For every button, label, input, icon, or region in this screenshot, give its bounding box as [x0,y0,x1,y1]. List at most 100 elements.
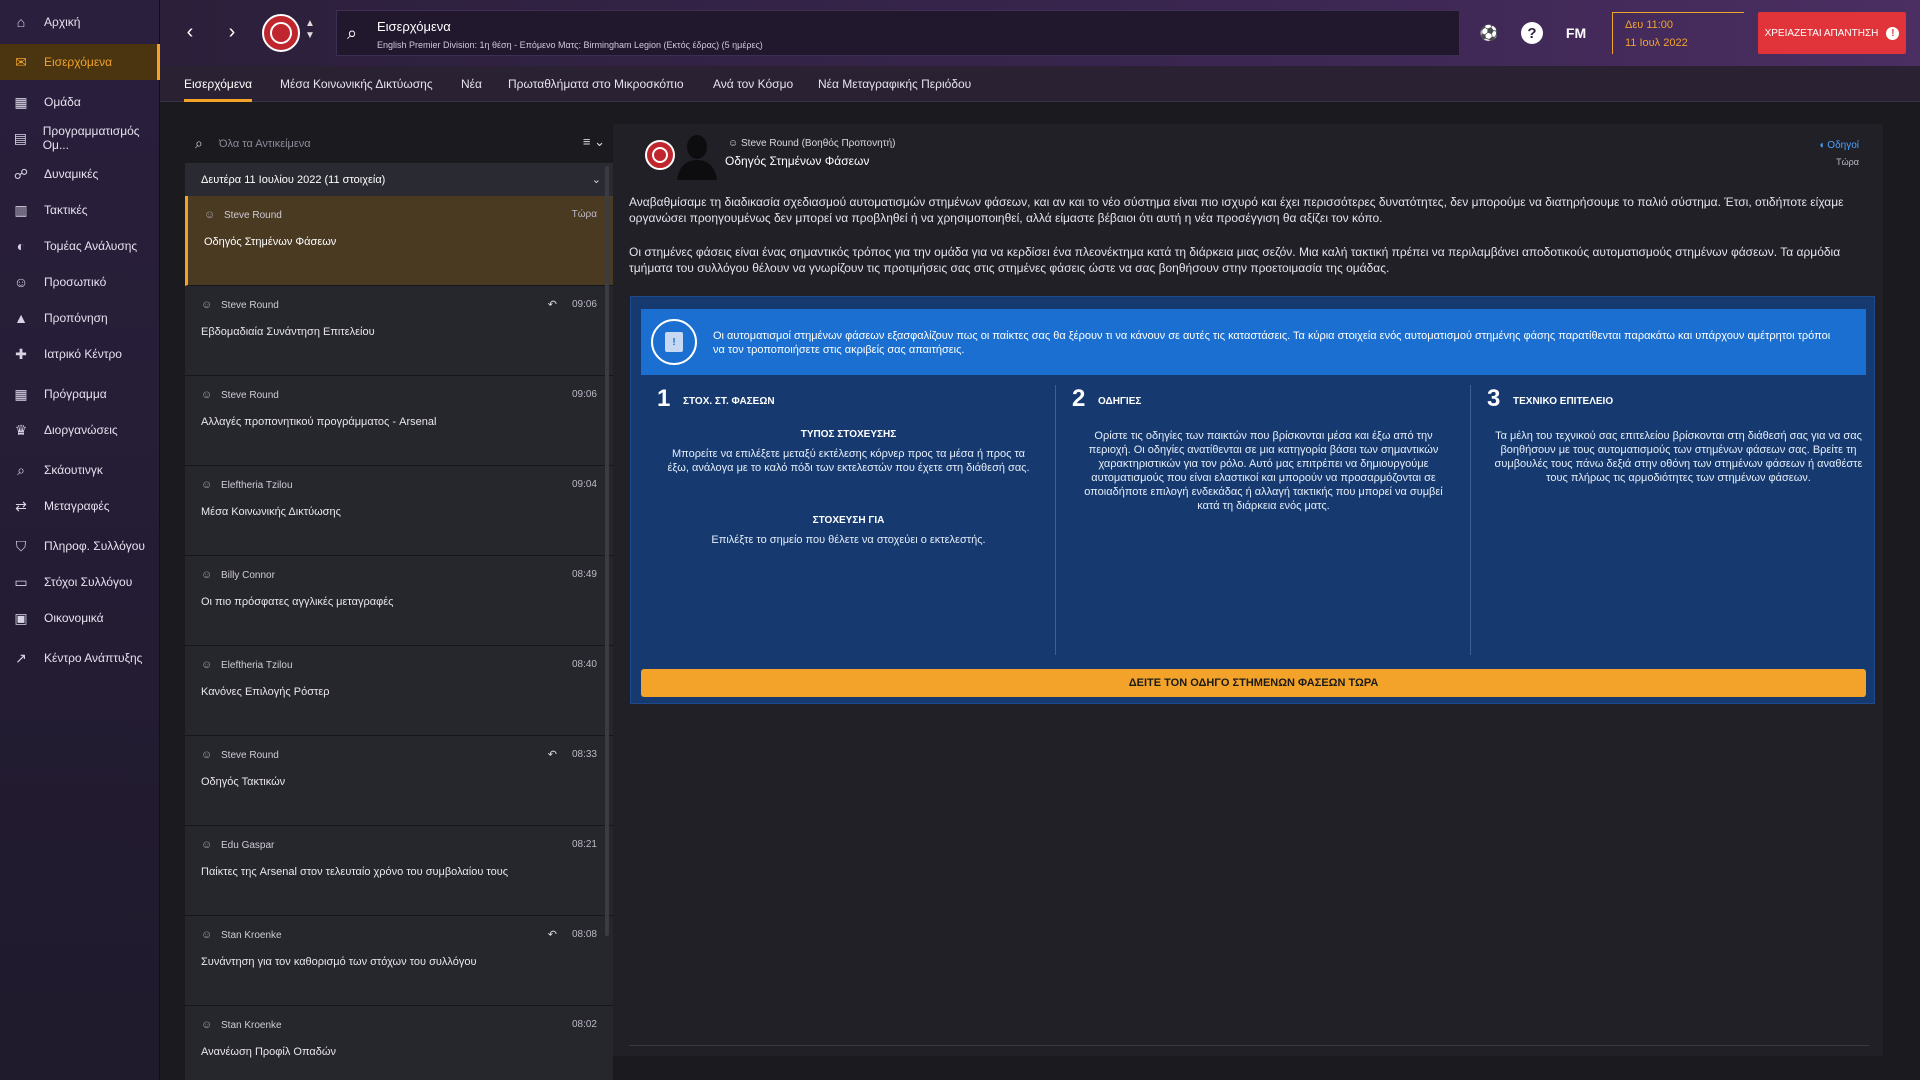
fm-menu-icon[interactable]: FM [1560,20,1592,46]
sidebar-item[interactable]: ◐ Τομέας Ανάλυσης [0,228,160,264]
sidebar-item[interactable]: ☺ Προσωπικό [0,264,160,300]
tab[interactable]: Μέσα Κοινωνικής Δικτύωσης [280,66,433,102]
club-badge[interactable] [262,14,300,52]
column-title: ΣΤΟΧ. ΣΤ. ΦΑΣΕΩΝ [683,396,775,407]
finance-icon: ▣ [14,609,28,626]
sidebar-item-label: Προπόνηση [44,311,108,325]
message-subject: Ανανέωση Προφίλ Οπαδών [201,1046,336,1058]
message-time: 08:21 [571,839,597,850]
tag-icon: ◖ [1818,140,1825,151]
sidebar-item[interactable]: ⇄ Μεταγραφές [0,488,160,524]
sidebar-item-label: Μεταγραφές [44,499,110,513]
inbox-message[interactable]: ☺ Stan Kroenke 08:02 Ανανέωση Προφίλ Οπαδών [185,1006,613,1080]
people-icon: ☍ [13,165,29,182]
column-number: 1 [657,385,671,412]
sidebar-item[interactable]: ▭ Στόχοι Συλλόγου [0,564,160,600]
filter-menu-icon[interactable]: ≡ ⌄ [583,134,605,150]
inbox-tabs: Εισερχόμενα Μέσα Κοινωνικής Δικτύωσης Νέα Π… [160,66,1920,102]
tab[interactable]: Εισερχόμενα [184,66,253,102]
inbox-message[interactable]: ☺ Edu Gaspar 08:21 Παίκτες της Arsenal στον… [185,826,613,916]
sidebar-item[interactable]: ⛉ Πληροφ. Συλλόγου [0,528,160,564]
message-sender: Steve Round [221,300,279,311]
message-subject: Οδηγός Στημένων Φάσεων [204,236,337,248]
person-icon: ☺ [201,299,213,311]
chevron-down-icon[interactable]: ⌄ [592,173,601,186]
tab[interactable]: Νέα Μεταγραφικής Περιόδου [818,66,971,102]
person-icon: ☺ [201,569,213,581]
inbox-message[interactable]: ☺ Steve Round 08:33 Οδηγός Τακτικών ↶ [185,736,613,826]
sidebar-item-label: Ιατρικό Κέντρο [44,347,122,361]
date-time: Δευ 11:00 [1625,19,1674,31]
column-number: 2 [1072,385,1086,412]
inbox-message[interactable]: ☺ Billy Connor 08:49 Οι πιο πρόσφατες αγγλι… [185,556,613,646]
date-display[interactable]: Δευ 11:00 11 Ιουλ 2022 [1612,12,1744,54]
inbox-message[interactable]: ☺ Steve Round Τώρα Οδηγός Στημένων Φάσεων [185,196,613,286]
club-crest-icon[interactable]: ⚽ [1476,20,1502,46]
message-paragraph: Αναβαθμίσαμε τη διαδικασία σχεδιασμού αυ… [629,195,1844,225]
tab[interactable]: Ανά τον Κόσμο [713,66,793,102]
alert-icon: ! [1886,26,1900,40]
message-sender: Eleftheria Tzilou [221,480,293,491]
sidebar-item[interactable]: ⌂ Αρχική [0,4,160,40]
search-box[interactable]: ⌕ Εισερχόμενα English Premier Division: … [336,10,1460,56]
inbox-message[interactable]: ☺ Steve Round 09:06 Αλλαγές προπονητικού πρ… [185,376,613,466]
message-subject: Οι πιο πρόσφατες αγγλικές μεταγραφές [201,596,394,608]
filter-bar[interactable]: ⌕ Όλα τα Αντικείμενα ≡ ⌄ [185,124,613,164]
info-icon: ! [651,319,697,365]
sidebar-item[interactable]: ▲ Προπόνηση [0,300,160,336]
guides-tag[interactable]: ◖ Οδηγοί [1818,140,1859,151]
sidebar-item[interactable]: ▤ Προγραμματισμός Ομ... [0,120,160,156]
message-time: 09:04 [571,479,597,490]
analysis-icon: ◐ [16,238,26,254]
inbox-scrollbar[interactable] [605,166,609,936]
home-icon: ⌂ [16,14,26,30]
shirt-icon: ▦ [14,93,28,110]
sidebar-item-label: Τακτικές [44,203,88,217]
tab[interactable]: Νέα [461,66,482,102]
forward-arrow-icon[interactable]: › [220,20,244,44]
club-badge [645,140,675,170]
message-time: 08:33 [571,749,597,760]
sidebar-item[interactable]: ▣ Οικονομικά [0,600,160,636]
message-panel: ☺ Steve Round (Βοηθός Προπονητή) Οδηγός … [613,124,1883,1056]
column-instructions: 2 ΟΔΗΓΙΕΣ Ορίστε τις οδηγίες των παικτών… [1056,385,1471,655]
message-sender: ☺ Steve Round (Βοηθός Προπονητή) [728,138,896,149]
sender-avatar [675,130,719,180]
inbox-message[interactable]: ☺ Stan Kroenke 08:08 Συνάντηση για τον καθο… [185,916,613,1006]
date-group-header[interactable]: Δευτέρα 11 Ιουλίου 2022 (11 στοιχεία) ⌄ [185,164,613,196]
sidebar-item[interactable]: ⌕ Σκάουτινγκ [0,452,160,488]
message-sender: Stan Kroenke [221,930,282,941]
view-set-piece-guide-button[interactable]: ΔΕΙΤΕ ΤΟΝ ΟΔΗΓΟ ΣΤΗΜΕΝΩΝ ΦΑΣΕΩΝ ΤΩΡΑ [641,669,1866,697]
message-sender: Steve Round [221,390,279,401]
sidebar-item-label: Προγραμματισμός Ομ... [42,124,140,152]
inbox-list-panel: ⌕ Όλα τα Αντικείμενα ≡ ⌄ Δευτέρα 11 Ιουλ… [185,124,613,1080]
sidebar-item[interactable]: ✚ Ιατρικό Κέντρο [0,336,160,372]
message-subject: Αλλαγές προπονητικού προγράμματος - Arse… [201,416,437,428]
inbox-message[interactable]: ☺ Eleftheria Tzilou 09:04 Μέσα Κοινωνικής Δ… [185,466,613,556]
inbox-message[interactable]: ☺ Eleftheria Tzilou 08:40 Κανόνες Επιλογής … [185,646,613,736]
tactics-icon: ▥ [14,201,28,218]
clipboard-icon: ▤ [13,129,27,146]
sidebar-item[interactable]: ♛ Διοργανώσεις [0,412,160,448]
sidebar-item[interactable]: ☍ Δυναμικές [0,156,160,192]
needs-reply-button[interactable]: ΧΡΕΙΑΖΕΤΑΙ ΑΠΑΝΤΗΣΗ ! [1758,12,1906,54]
message-sender: Steve Round [224,210,282,221]
sidebar-item[interactable]: ▦ Πρόγραμμα [0,376,160,412]
sidebar-item[interactable]: ▦ Ομάδα [0,84,160,120]
message-time: 08:49 [571,569,597,580]
sidebar-item[interactable]: ↗ Κέντρο Ανάπτυξης [0,640,160,676]
message-subject: Οδηγός Στημένων Φάσεων [725,154,870,168]
person-icon: ☺ [204,209,216,221]
club-switch-arrows-icon[interactable]: ▲ ▼ [305,18,315,42]
back-arrow-icon[interactable]: ‹ [178,20,202,44]
sidebar-item-label: Προσωπικό [44,275,107,289]
sidebar-item-label: Σκάουτινγκ [44,463,103,477]
sidebar-item[interactable]: ✉ Εισερχόμενα [0,44,160,80]
sidebar-item[interactable]: ▥ Τακτικές [0,192,160,228]
message-subject: Οδηγός Τακτικών [201,776,286,788]
help-icon[interactable]: ? [1521,22,1543,44]
person-icon: ☺ [201,389,213,401]
tab[interactable]: Πρωταθλήματα στο Μικροσκόπιο [508,66,684,102]
inbox-message[interactable]: ☺ Steve Round 09:06 Εβδομαδιαία Συνάντηση Ε… [185,286,613,376]
sidebar-item-label: Τομέας Ανάλυσης [44,239,138,253]
